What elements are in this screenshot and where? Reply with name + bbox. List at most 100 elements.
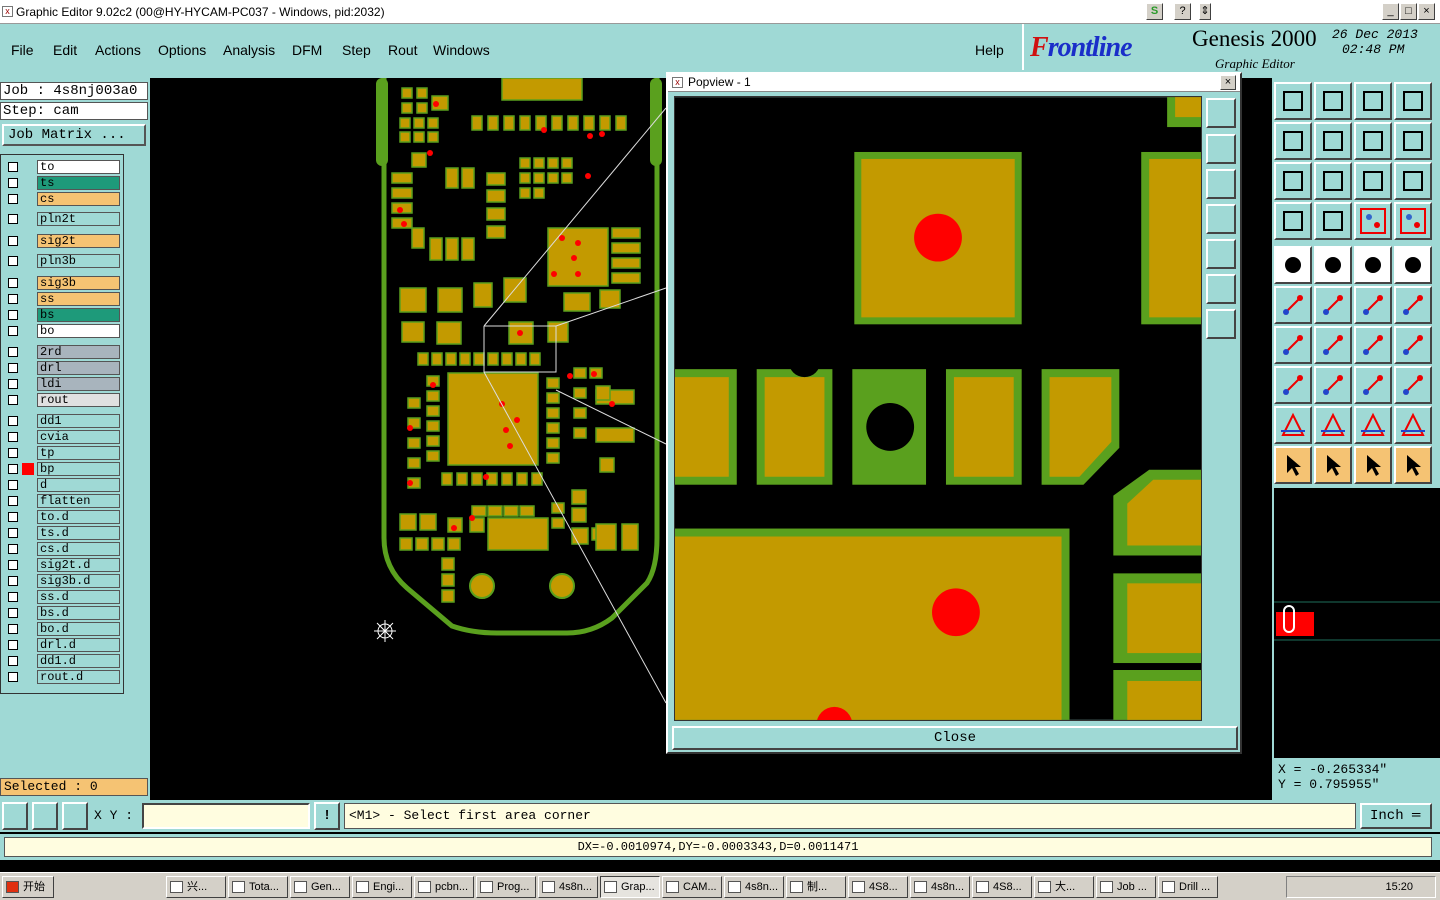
layer-row-dd1-d[interactable]: dd1.d (4, 654, 120, 668)
layer-checkbox[interactable] (8, 576, 18, 586)
layer-name[interactable]: dd1 (37, 414, 120, 428)
menu-rout[interactable]: Rout (388, 42, 418, 58)
taskbar-item[interactable]: CAM... (662, 876, 722, 898)
layer-row-ts[interactable]: ts (4, 176, 120, 190)
layer-row-drl[interactable]: drl (4, 361, 120, 375)
layer-checkbox[interactable] (8, 236, 18, 246)
popview-close-icon[interactable]: × (1220, 75, 1236, 90)
fence-icon[interactable] (1394, 326, 1432, 364)
layer-row-dd1[interactable]: dd1 (4, 414, 120, 428)
layer-row-sig3b-d[interactable]: sig3b.d (4, 574, 120, 588)
layer-checkbox[interactable] (8, 326, 18, 336)
open-step-icon[interactable] (1354, 82, 1392, 120)
layer-checkbox[interactable] (8, 294, 18, 304)
line-icon[interactable] (1314, 326, 1352, 364)
layer-name[interactable]: dd1.d (37, 654, 120, 668)
layer-row-pln3b[interactable]: pln3b (4, 254, 120, 268)
layer-name[interactable]: sig3b.d (37, 574, 120, 588)
taskbar-item[interactable]: Prog... (476, 876, 536, 898)
layer-name[interactable]: to (37, 160, 120, 174)
start-button[interactable]: 开始 (2, 876, 54, 898)
layer-checkbox[interactable] (8, 194, 18, 204)
pointer2-icon[interactable] (1314, 446, 1352, 484)
layer-checkbox[interactable] (8, 448, 18, 458)
layer-checkbox[interactable] (8, 496, 18, 506)
popview-tool-7[interactable] (1206, 309, 1236, 339)
xy-input[interactable] (142, 803, 310, 829)
layer-row-sig3b[interactable]: sig3b (4, 276, 120, 290)
layer-checkbox[interactable] (8, 395, 18, 405)
connect-icon[interactable] (1354, 286, 1392, 324)
center-icon[interactable] (1354, 366, 1392, 404)
triangle2-icon[interactable] (1314, 406, 1352, 444)
redraw-icon[interactable] (1394, 122, 1432, 160)
layer-checkbox[interactable] (8, 464, 18, 474)
move-icon[interactable] (1274, 366, 1312, 404)
pencil-icon[interactable] (1274, 326, 1312, 364)
layer-row-sig2t-d[interactable]: sig2t.d (4, 558, 120, 572)
copy-icon[interactable] (1394, 366, 1432, 404)
layer-checkbox[interactable] (8, 608, 18, 618)
connect2-icon[interactable] (1394, 286, 1432, 324)
popview-tool-4[interactable] (1206, 204, 1236, 234)
minus-icon[interactable] (1314, 366, 1352, 404)
layer-checkbox[interactable] (8, 363, 18, 373)
menu-actions[interactable]: Actions (95, 42, 141, 58)
dot-icon[interactable] (1394, 246, 1432, 284)
minimize-button[interactable]: _ (1382, 3, 1399, 20)
layer-checkbox[interactable] (8, 162, 18, 172)
layer-row-bp[interactable]: bp (4, 462, 120, 476)
layer-row-bo-d[interactable]: bo.d (4, 622, 120, 636)
layer-checkbox[interactable] (8, 624, 18, 634)
layer-row-ldi[interactable]: ldi (4, 377, 120, 391)
menu-step[interactable]: Step (342, 42, 371, 58)
taskbar-item[interactable]: Job ... (1096, 876, 1156, 898)
layer-name[interactable]: cvia (37, 430, 120, 444)
taskbar-item[interactable]: Grap... (600, 876, 660, 898)
layer-checkbox[interactable] (8, 347, 18, 357)
layer-name[interactable]: bs.d (37, 606, 120, 620)
layer-name[interactable]: bs (37, 308, 120, 322)
layer-in-icon[interactable] (1274, 122, 1312, 160)
window-icon[interactable] (1394, 82, 1432, 120)
alert-icon[interactable]: ! (314, 802, 340, 830)
layer-row-2rd[interactable]: 2rd (4, 345, 120, 359)
menu-options[interactable]: Options (158, 42, 206, 58)
help-query-icon[interactable] (1394, 162, 1432, 200)
layer-name[interactable]: sig3b (37, 276, 120, 290)
layers-red2-icon[interactable] (1394, 202, 1432, 240)
taskbar-item[interactable]: 4s8n... (538, 876, 598, 898)
popview-canvas[interactable] (674, 96, 1202, 721)
layer-checkbox[interactable] (8, 544, 18, 554)
layer-name[interactable]: pln3b (37, 254, 120, 268)
layers-red-icon[interactable] (1354, 202, 1392, 240)
triangle4-icon[interactable] (1394, 406, 1432, 444)
close-button[interactable]: × (1418, 3, 1435, 20)
layer-name[interactable]: 2rd (37, 345, 120, 359)
triangle-icon[interactable] (1274, 406, 1312, 444)
pointer4-icon[interactable] (1394, 446, 1432, 484)
taskbar-item[interactable]: Tota... (228, 876, 288, 898)
layer-name[interactable]: rout (37, 393, 120, 407)
layer-checkbox[interactable] (8, 310, 18, 320)
step-in-icon[interactable] (1314, 82, 1352, 120)
triangle3-icon[interactable] (1354, 406, 1392, 444)
popview-tool-5[interactable] (1206, 239, 1236, 269)
popview-tool-1[interactable] (1206, 98, 1236, 128)
taskbar-item[interactable]: Drill ... (1158, 876, 1218, 898)
layer-row-ts-d[interactable]: ts.d (4, 526, 120, 540)
layer-checkbox[interactable] (8, 256, 18, 266)
layer-checkbox[interactable] (8, 480, 18, 490)
ruler-icon[interactable] (1354, 246, 1392, 284)
menu-analysis[interactable]: Analysis (223, 42, 275, 58)
s-icon[interactable]: S (1146, 3, 1163, 20)
layer-checkbox[interactable] (8, 432, 18, 442)
menu-file[interactable]: File (11, 42, 34, 58)
layer-checkbox[interactable] (8, 528, 18, 538)
arc-icon[interactable] (1354, 326, 1392, 364)
layer-name[interactable]: flatten (37, 494, 120, 508)
layer-row-ss-d[interactable]: ss.d (4, 590, 120, 604)
layer-checkbox[interactable] (8, 560, 18, 570)
layer-row-ss[interactable]: ss (4, 292, 120, 306)
layer-name[interactable]: sig2t.d (37, 558, 120, 572)
